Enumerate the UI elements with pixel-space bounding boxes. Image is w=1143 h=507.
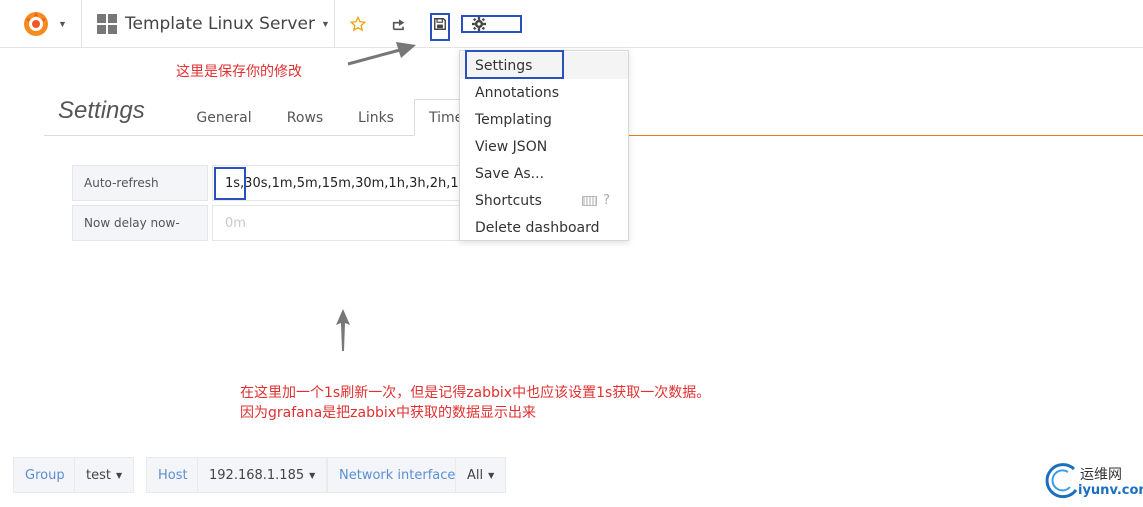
star-button[interactable]	[345, 11, 371, 37]
variable-value-group: test	[86, 467, 111, 483]
settings-highlight-box	[465, 50, 564, 79]
refresh-annotation-line1: 在这里加一个1s刷新一次，但是记得zabbix中也应该设置1s获取一次数据。	[240, 385, 711, 401]
variable-select-host[interactable]: 192.168.1.185 ▼	[197, 457, 328, 493]
now-delay-label: Now delay now-	[72, 205, 208, 241]
variable-value-network-interface: All	[467, 467, 484, 483]
caret-down-icon: ▼	[488, 470, 495, 480]
auto-refresh-label: Auto-refresh	[72, 165, 208, 201]
menu-item-save-as[interactable]: Save As...	[460, 160, 628, 187]
chevron-down-icon: ▼	[58, 19, 67, 29]
shortcuts-label: Shortcuts	[475, 192, 542, 209]
arrow-to-save-icon	[347, 42, 416, 66]
save-annotation: 这里是保存你的修改	[176, 64, 302, 80]
watermark-cn: 运维网	[1080, 467, 1122, 483]
star-icon	[350, 16, 366, 32]
keyboard-icon	[582, 195, 598, 206]
menu-item-shortcuts[interactable]: Shortcuts ?	[460, 187, 628, 214]
variable-select-group[interactable]: test ▼	[74, 457, 135, 493]
watermark-logo-icon	[1045, 463, 1078, 499]
refresh-annotation-line2: 因为grafana是把zabbix中获取的数据显示出来	[240, 405, 537, 421]
shortcut-key: ?	[603, 193, 610, 208]
tab-general[interactable]: General	[188, 99, 260, 136]
top-navbar: ▼ Template Linux Server ▼	[0, 0, 1143, 48]
share-icon	[392, 19, 405, 31]
variable-label-group: Group	[13, 457, 77, 493]
menu-item-templating[interactable]: Templating	[460, 106, 628, 133]
auto-refresh-highlight-box	[214, 167, 246, 200]
watermark-url: iyunv.com	[1078, 483, 1143, 498]
menu-item-delete-dashboard[interactable]: Delete dashboard	[460, 214, 628, 241]
dashboard-picker[interactable]: Template Linux Server ▼	[83, 0, 335, 48]
variable-value-host: 192.168.1.185	[209, 467, 305, 483]
menu-item-view-json[interactable]: View JSON	[460, 133, 628, 160]
variable-label-network-interface: Network interface	[327, 457, 468, 493]
auto-refresh-input[interactable]: 1s,30s,1m,5m,15m,30m,1h,3h,2h,1d	[212, 165, 467, 201]
tab-links[interactable]: Links	[346, 99, 406, 136]
watermark: 运维网 iyunv.com	[1040, 458, 1143, 502]
caret-down-icon: ▼	[115, 470, 123, 480]
caret-down-icon: ▼	[309, 470, 316, 480]
dashboard-title: Template Linux Server	[125, 14, 315, 34]
now-delay-input[interactable]: 0m	[212, 205, 467, 241]
shortcut-hint: ?	[582, 193, 610, 208]
chevron-down-icon: ▼	[320, 19, 330, 29]
gear-highlight-box	[461, 15, 522, 33]
menu-item-annotations[interactable]: Annotations	[460, 79, 628, 106]
grafana-menu-button[interactable]: ▼	[0, 0, 82, 48]
variable-label-host: Host	[146, 457, 200, 493]
save-highlight-box	[430, 13, 450, 41]
dashboard-grid-icon	[97, 14, 117, 34]
page-title: Settings	[58, 97, 145, 124]
grafana-logo-icon	[24, 12, 48, 36]
tab-rows[interactable]: Rows	[275, 99, 335, 136]
variable-select-network-interface[interactable]: All ▼	[455, 457, 507, 493]
arrow-up-icon	[336, 309, 350, 351]
share-button[interactable]	[386, 11, 412, 37]
